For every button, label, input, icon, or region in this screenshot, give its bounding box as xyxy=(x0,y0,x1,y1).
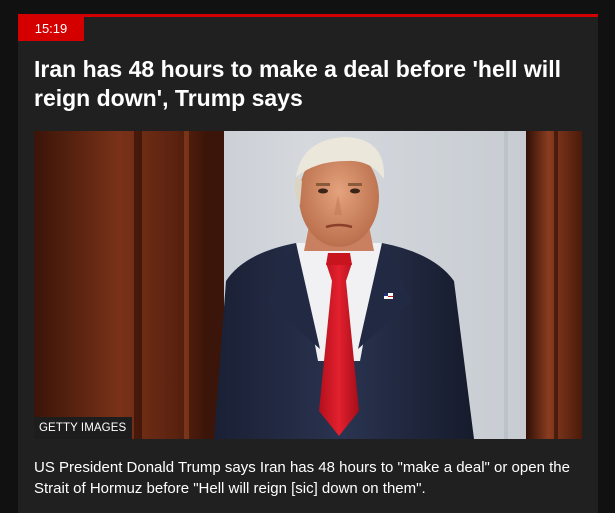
post-image: GETTY IMAGES xyxy=(34,131,582,439)
post-summary: US President Donald Trump says Iran has … xyxy=(34,459,570,497)
post-timestamp: 15:19 xyxy=(18,17,84,41)
post-headline: Iran has 48 hours to make a deal before … xyxy=(34,56,561,111)
photo-illustration xyxy=(34,131,582,439)
image-credit: GETTY IMAGES xyxy=(34,417,133,439)
live-post-card: 15:19 Iran has 48 hours to make a deal b… xyxy=(18,14,598,513)
